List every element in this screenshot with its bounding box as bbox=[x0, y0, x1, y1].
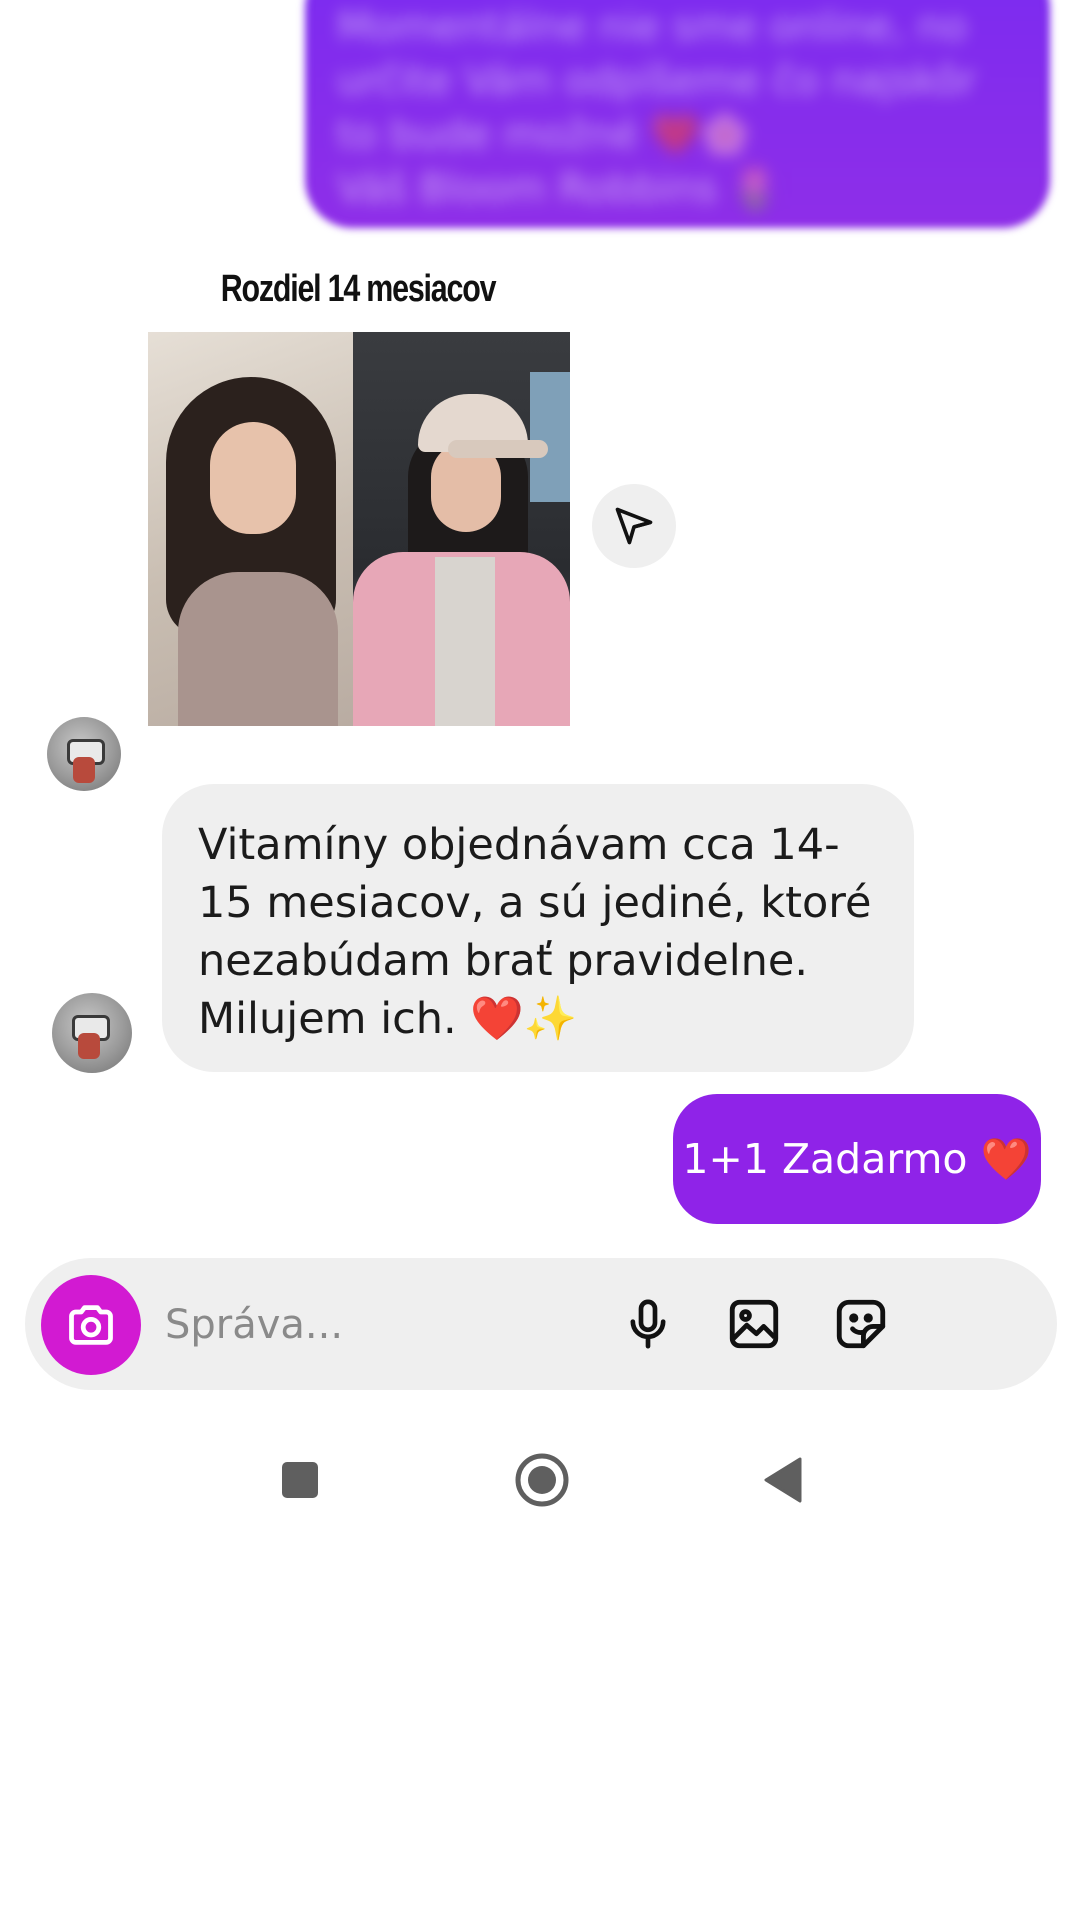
back-triangle-icon bbox=[764, 1457, 802, 1503]
avatar[interactable] bbox=[52, 993, 132, 1073]
message-composer bbox=[25, 1258, 1057, 1390]
sticker-icon bbox=[836, 1299, 886, 1349]
camera-button[interactable] bbox=[41, 1275, 141, 1375]
avatar[interactable] bbox=[47, 717, 121, 791]
square-icon bbox=[282, 1462, 318, 1498]
system-navigation-bar bbox=[0, 1440, 1080, 1520]
microphone-button[interactable] bbox=[612, 1288, 684, 1360]
message-input[interactable] bbox=[163, 1288, 607, 1362]
send-icon bbox=[615, 507, 653, 545]
incoming-message-bubble[interactable]: Vitamíny objednávam cca 14-15 mesiacov, … bbox=[162, 784, 914, 1072]
recents-button[interactable] bbox=[268, 1448, 332, 1512]
image-icon bbox=[729, 1299, 779, 1349]
microphone-icon bbox=[630, 1299, 666, 1349]
shared-post-image[interactable] bbox=[148, 332, 570, 726]
incoming-message-text: Vitamíny objednávam cca 14-15 mesiacov, … bbox=[198, 820, 872, 1044]
shared-post-title: Rozdiel 14 mesiacov bbox=[220, 268, 497, 310]
outgoing-message-bubble[interactable]: 1+1 Zadarmo ❤️ bbox=[673, 1094, 1041, 1224]
circle-icon bbox=[515, 1453, 569, 1507]
camera-icon bbox=[69, 1305, 113, 1345]
sticker-button[interactable] bbox=[825, 1288, 897, 1360]
back-button[interactable] bbox=[750, 1448, 814, 1512]
outgoing-message-blurred[interactable]: Momentálne nie sme online, no určite Vám… bbox=[305, 0, 1050, 228]
share-post-button[interactable] bbox=[592, 484, 676, 568]
outgoing-message-text: 1+1 Zadarmo ❤️ bbox=[682, 1134, 1032, 1183]
gallery-button[interactable] bbox=[718, 1288, 790, 1360]
after-photo bbox=[353, 332, 570, 726]
outgoing-message-blurred-text: Momentálne nie sme online, no určite Vám… bbox=[337, 4, 977, 212]
before-photo bbox=[148, 332, 353, 726]
home-button[interactable] bbox=[510, 1448, 574, 1512]
